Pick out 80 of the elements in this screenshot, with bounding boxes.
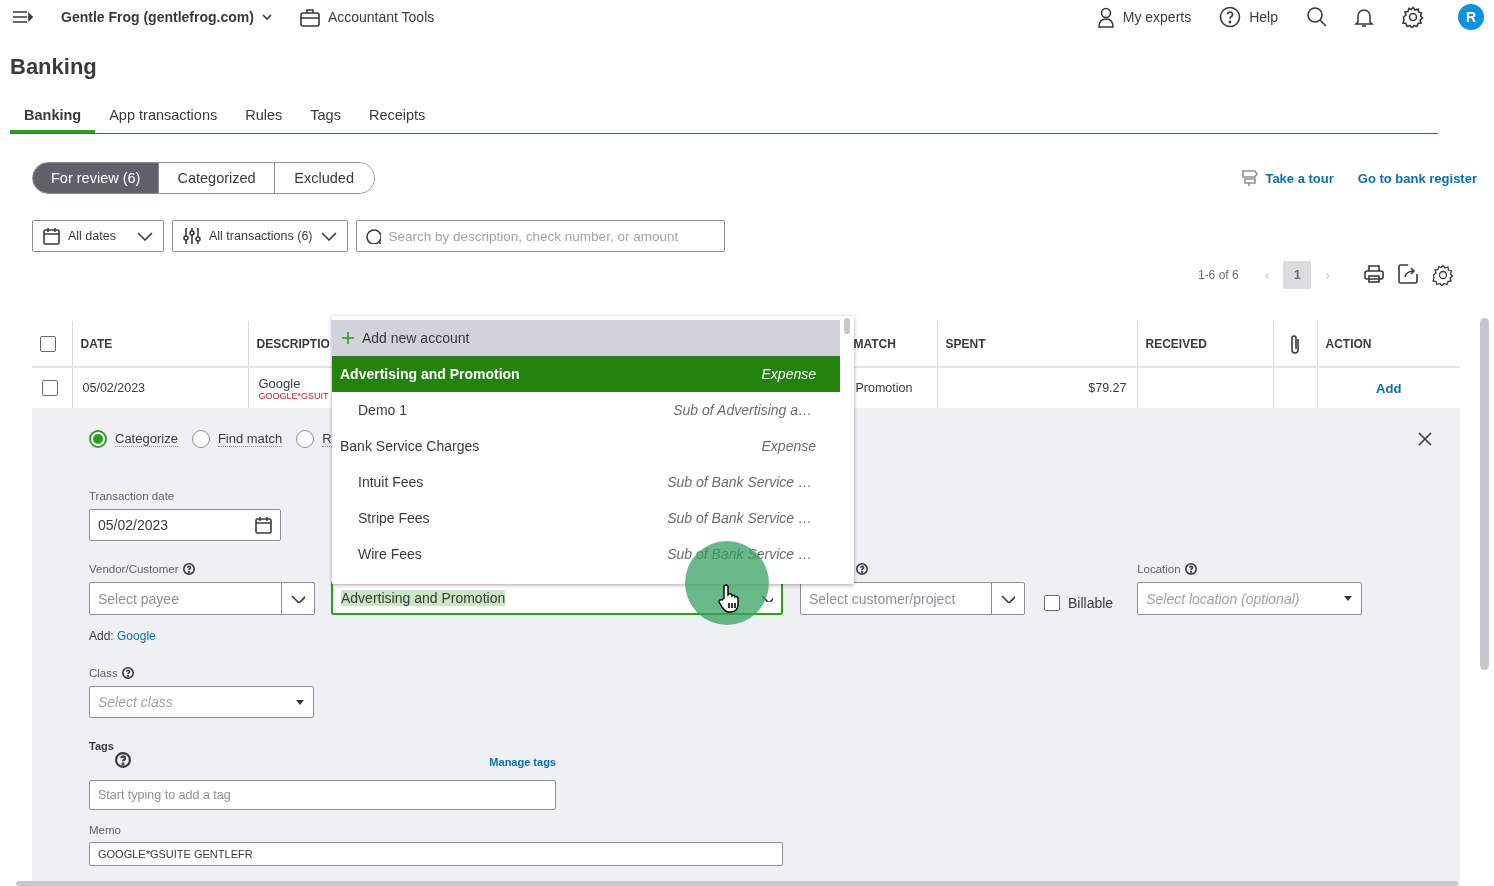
- dropdown-icon: [1343, 595, 1354, 602]
- help-icon: [1184, 563, 1197, 575]
- help-button[interactable]: Help: [1219, 6, 1278, 28]
- column-header[interactable]: ACTION: [1325, 336, 1372, 351]
- memo-field[interactable]: GOOGLE*GSUITE GENTLEFR: [89, 842, 783, 866]
- settings-icon[interactable]: [1432, 264, 1454, 286]
- field-label: Vendor/Customer: [89, 563, 179, 575]
- column-header[interactable]: DESCRIPTIO: [256, 336, 330, 351]
- add-account-option[interactable]: Add new account: [332, 320, 840, 356]
- add-label: Add:: [89, 629, 114, 643]
- manage-tags-link[interactable]: Manage tags: [489, 756, 556, 768]
- printer-icon[interactable]: [1364, 264, 1384, 283]
- radio-option[interactable]: Find match: [191, 430, 283, 448]
- signpost-icon: [1241, 169, 1260, 187]
- select-all-checkbox[interactable]: [40, 335, 56, 352]
- person-icon: [1096, 6, 1115, 28]
- bell-icon[interactable]: [1354, 6, 1374, 28]
- radio-option[interactable]: Categorize: [89, 430, 178, 448]
- add-link[interactable]: Add: [1327, 380, 1450, 396]
- my-experts-button[interactable]: My experts: [1096, 6, 1192, 28]
- menu-icon[interactable]: [12, 8, 33, 26]
- help-icon: [856, 563, 868, 575]
- chevron-icon: [137, 231, 153, 241]
- field-label: Location: [1137, 563, 1181, 575]
- settings-icon[interactable]: [1402, 6, 1424, 28]
- tab[interactable]: Banking: [10, 100, 96, 133]
- scrollbar[interactable]: [16, 881, 1458, 886]
- help-icon: [115, 752, 131, 768]
- billable-checkbox[interactable]: Billable: [1044, 595, 1114, 611]
- tab[interactable]: Tags: [296, 100, 355, 133]
- calendar-icon: [43, 227, 60, 245]
- help-icon: [1219, 6, 1242, 28]
- scrollbar-thumb[interactable]: [844, 318, 850, 334]
- tab[interactable]: App transactions: [95, 100, 232, 133]
- amount-cell: $79.27: [1088, 381, 1127, 395]
- field-label: Tags: [89, 740, 115, 752]
- date-filter[interactable]: All dates: [32, 220, 164, 252]
- bank-detail-text: GOOGLE*GSUIT: [258, 390, 330, 401]
- account-option[interactable]: Advertising and Promotion Expense: [332, 356, 840, 392]
- scrollbar[interactable]: [1480, 318, 1489, 670]
- search-icon[interactable]: [1306, 6, 1328, 28]
- page-button[interactable]: 1: [1283, 261, 1312, 289]
- calendar-icon: [255, 516, 272, 534]
- accountant-tools-button[interactable]: Accountant Tools: [299, 7, 435, 27]
- tab[interactable]: Rules: [231, 100, 297, 133]
- chevron-icon: [291, 594, 305, 603]
- date-field[interactable]: 05/02/2023: [89, 509, 281, 541]
- review-tab[interactable]: Excluded: [273, 163, 374, 193]
- chevron-icon: [320, 231, 337, 241]
- field-label: Transaction date: [89, 489, 176, 504]
- match-cell: Promotion: [855, 381, 913, 395]
- column-header[interactable]: MATCH: [853, 336, 896, 351]
- plus-icon: [342, 332, 354, 344]
- chevron-icon: [1001, 594, 1015, 603]
- column-header[interactable]: SPENT: [945, 336, 986, 351]
- bank-register-link[interactable]: Go to bank register: [1357, 170, 1477, 186]
- page-range: 1-6 of 6: [1197, 268, 1239, 282]
- dropdown-icon: [295, 698, 305, 706]
- briefcase-icon: [299, 7, 320, 27]
- field-label: Memo: [89, 824, 121, 836]
- company-switcher[interactable]: Gentle Frog (gentlefrog.com): [61, 9, 254, 25]
- help-icon: [182, 563, 195, 575]
- field-label: Class: [89, 667, 118, 679]
- review-tab[interactable]: For review (6): [33, 163, 159, 193]
- date-cell: 05/02/2023: [82, 381, 146, 395]
- column-header[interactable]: DATE: [80, 336, 113, 351]
- paperclip-icon: [1290, 333, 1300, 354]
- transaction-filter[interactable]: All transactions (6): [172, 220, 348, 252]
- search-icon: [364, 228, 381, 244]
- export-icon[interactable]: [1398, 264, 1418, 284]
- add-payee-link[interactable]: Google: [117, 629, 156, 643]
- close-icon[interactable]: [1418, 432, 1432, 446]
- help-icon: [121, 667, 134, 679]
- sliders-icon: [183, 227, 201, 245]
- column-header[interactable]: RECEIVED: [1145, 336, 1207, 351]
- tab[interactable]: Receipts: [354, 100, 440, 133]
- page-title: Banking: [10, 53, 97, 81]
- take-tour-link[interactable]: Take a tour: [1241, 169, 1334, 187]
- caret-icon[interactable]: [261, 13, 272, 21]
- row-checkbox[interactable]: [42, 380, 58, 396]
